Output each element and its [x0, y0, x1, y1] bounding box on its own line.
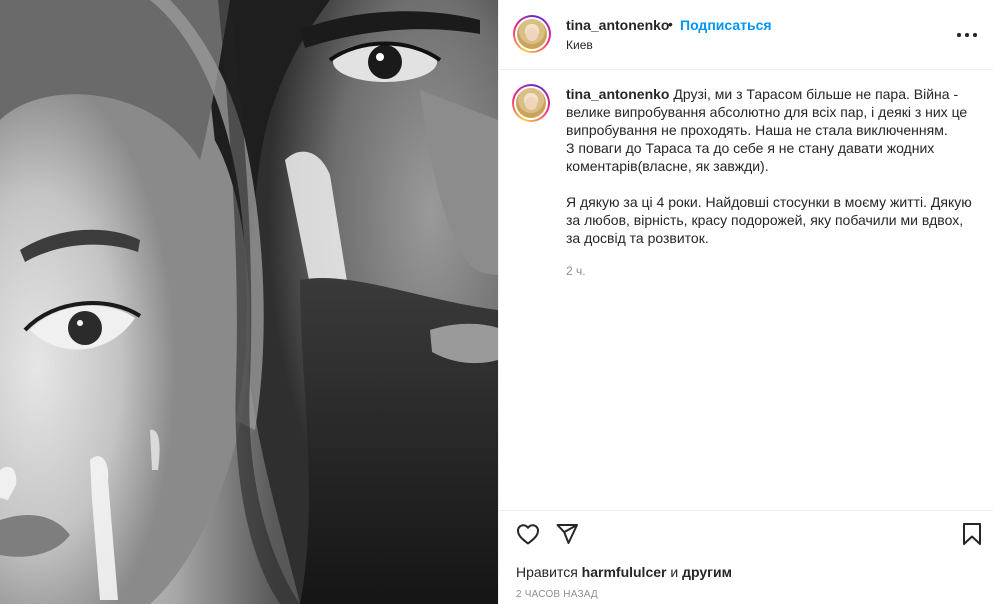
- send-icon[interactable]: [555, 522, 579, 551]
- likes-prefix: Нравится: [516, 564, 578, 580]
- follow-button[interactable]: Подписаться: [680, 17, 772, 33]
- photo-illustration: [0, 0, 498, 604]
- more-options-icon[interactable]: [955, 24, 979, 44]
- post-location[interactable]: Киев: [566, 38, 593, 52]
- post-header: tina_antonenko • Подписаться Киев: [499, 0, 993, 70]
- post-panel: tina_antonenko • Подписаться Киев tina_a…: [498, 0, 993, 604]
- caption-username[interactable]: tina_antonenko: [566, 86, 669, 102]
- caption-text: Друзі, ми з Тарасом більше не пара. Війн…: [566, 86, 972, 246]
- likes-summary: Нравится harmfululcer и другим: [516, 564, 732, 580]
- post-timestamp[interactable]: 2 ЧАСОВ НАЗАД: [516, 589, 598, 600]
- caption-time[interactable]: 2 ч.: [566, 264, 586, 278]
- caption-author-avatar[interactable]: [512, 84, 550, 122]
- action-bar: [499, 510, 993, 558]
- heart-icon[interactable]: [515, 522, 541, 551]
- likes-middle: и: [670, 564, 679, 580]
- post-caption: tina_antonenko Друзі, ми з Тарасом більш…: [566, 85, 976, 247]
- bookmark-icon[interactable]: [961, 522, 983, 551]
- author-username[interactable]: tina_antonenko: [566, 17, 669, 33]
- post-photo[interactable]: [0, 0, 498, 604]
- likes-others-link[interactable]: другим: [682, 564, 732, 580]
- liker-username[interactable]: harmfululcer: [582, 564, 667, 580]
- author-avatar[interactable]: [513, 15, 551, 53]
- separator-dot: •: [668, 16, 673, 32]
